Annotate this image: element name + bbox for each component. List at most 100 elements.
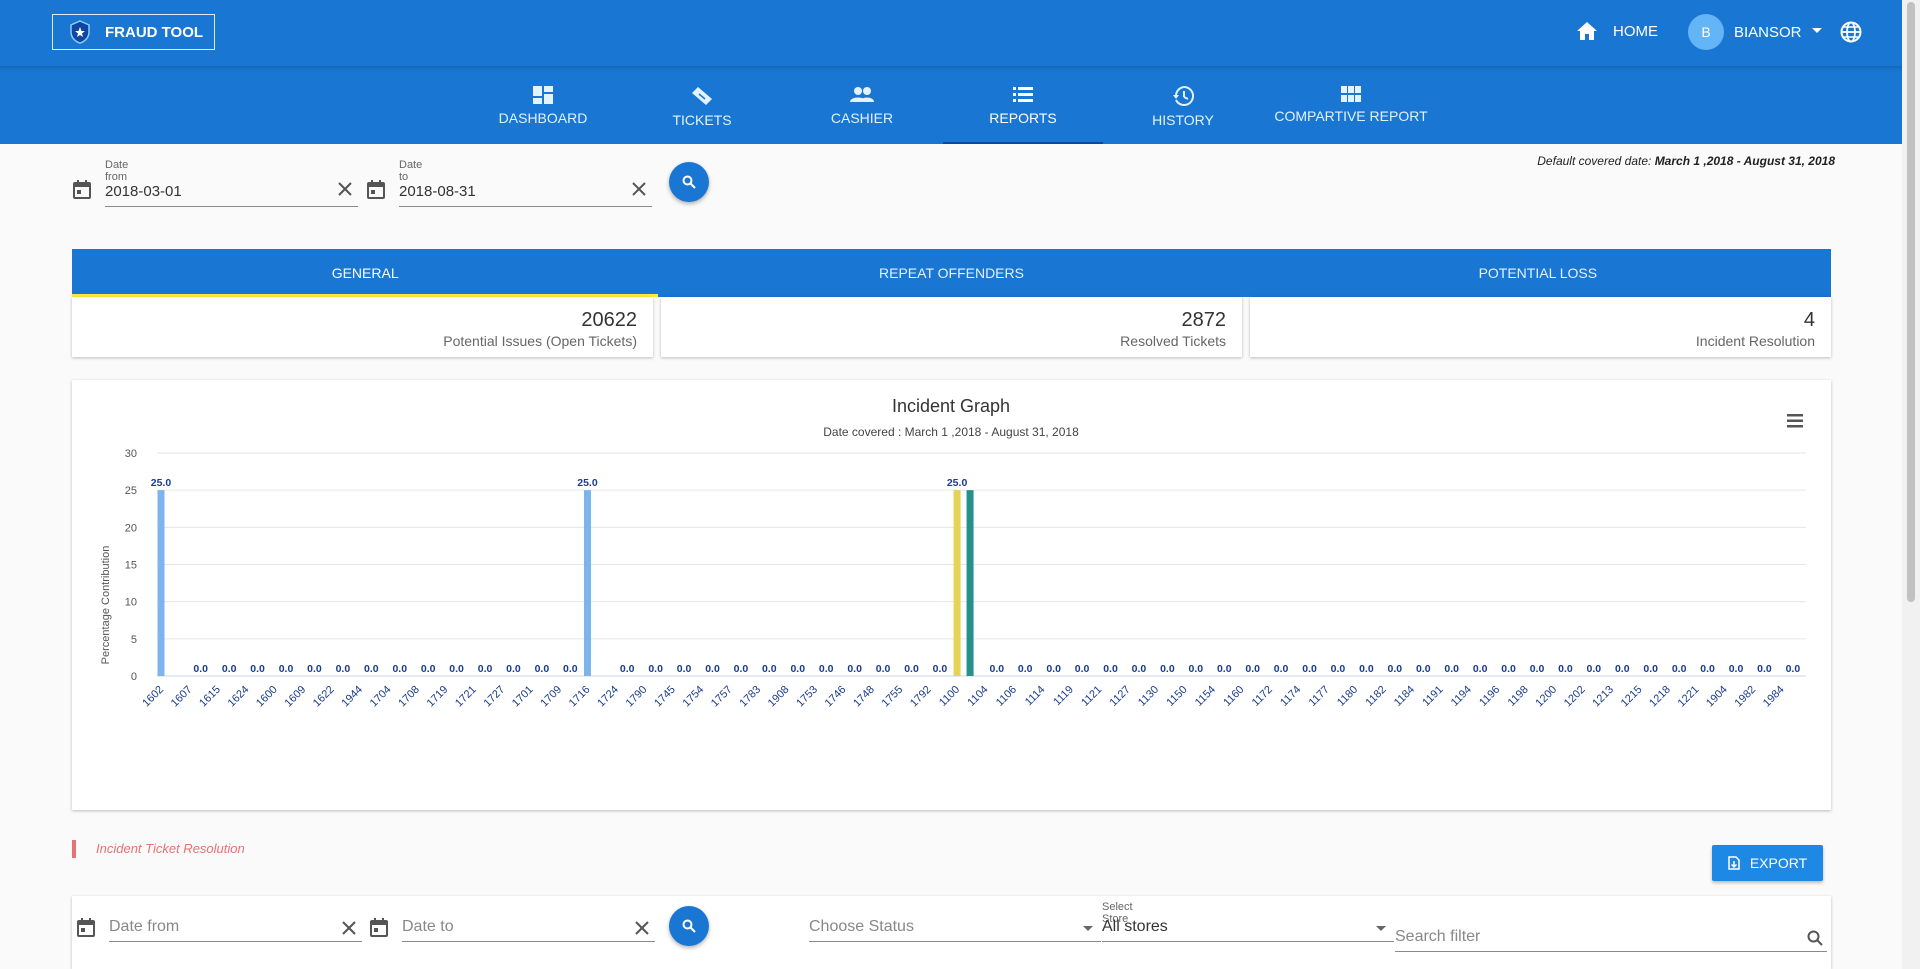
default-covered-date: Default covered date: March 1 ,2018 - Au… xyxy=(1537,154,1835,168)
chevron-down-icon xyxy=(1811,27,1822,33)
x-tick-label: 1177 xyxy=(1307,684,1332,709)
home-icon xyxy=(1577,22,1597,40)
y-tick-label: 0 xyxy=(131,671,137,683)
x-tick-label: 1792 xyxy=(908,684,934,710)
x-tick-label: 1615 xyxy=(197,684,223,710)
report-tabs: GENERAL REPEAT OFFENDERS POTENTIAL LOSS xyxy=(72,249,1831,297)
data-label: 0.0 xyxy=(1729,663,1744,675)
y-tick-label: 5 xyxy=(131,634,137,646)
x-tick-label: 1755 xyxy=(880,684,906,710)
x-tick-label: 1746 xyxy=(823,684,849,710)
nav-tab-label: CASHIER xyxy=(830,110,894,126)
x-tick-label: 1708 xyxy=(396,684,422,710)
date-from-input[interactable]: 2018-03-01 xyxy=(105,175,358,207)
data-label: 0.0 xyxy=(1757,663,1772,675)
scrollbar-thumb[interactable] xyxy=(1907,2,1915,602)
brand-button[interactable]: FRAUD TOOL xyxy=(52,14,215,50)
tab-general[interactable]: GENERAL xyxy=(72,249,659,297)
y-tick-label: 30 xyxy=(125,448,137,460)
nav-tab-reports[interactable]: REPORTS xyxy=(943,66,1103,144)
nav-tab-dashboard[interactable]: DASHBOARD xyxy=(463,66,623,144)
covered-range: March 1 ,2018 - August 31, 2018 xyxy=(1654,154,1835,168)
clear-icon[interactable] xyxy=(337,181,353,197)
data-label: 0.0 xyxy=(1274,663,1289,675)
data-label: 0.0 xyxy=(847,663,862,675)
x-tick-label: 1757 xyxy=(709,684,735,710)
data-label: 0.0 xyxy=(734,663,749,675)
data-label: 0.0 xyxy=(1501,663,1516,675)
resolution-date-from-input[interactable]: Date from xyxy=(109,910,362,942)
x-tick-label: 1704 xyxy=(368,684,394,710)
y-axis-ticks: 0 5 10 15 20 25 30 xyxy=(125,448,137,683)
data-label: 0.0 xyxy=(1302,663,1317,675)
data-label: 0.0 xyxy=(1132,663,1147,675)
data-label: 0.0 xyxy=(279,663,294,675)
nav-tab-history[interactable]: HISTORY xyxy=(1103,66,1263,144)
clear-icon[interactable] xyxy=(634,920,650,936)
clear-icon[interactable] xyxy=(631,181,647,197)
x-tick-label: 1221 xyxy=(1676,684,1702,710)
x-tick-label: 1172 xyxy=(1250,684,1275,709)
x-tick-label: 1215 xyxy=(1619,684,1645,710)
x-tick-label: 1106 xyxy=(994,684,1019,709)
grid-icon xyxy=(1341,86,1361,102)
calendar-icon xyxy=(370,918,388,937)
x-axis-ticks: 1602 1607 1615 1624 1600 1609 1622 1944 1704 1708… xyxy=(140,684,1786,710)
home-link[interactable]: HOME xyxy=(1577,22,1658,40)
globe-icon[interactable] xyxy=(1840,21,1862,43)
x-tick-label: 1908 xyxy=(766,684,792,710)
data-label: 0.0 xyxy=(1103,663,1118,675)
ticket-icon xyxy=(692,87,712,105)
resolution-search-button[interactable] xyxy=(669,906,709,946)
export-label: EXPORT xyxy=(1749,855,1808,871)
people-icon xyxy=(850,87,874,102)
x-tick-label: 1218 xyxy=(1647,684,1673,710)
x-tick-label: 1200 xyxy=(1533,684,1559,710)
tab-repeat-offenders[interactable]: REPEAT OFFENDERS xyxy=(658,249,1244,297)
data-label: 0.0 xyxy=(193,663,208,675)
main-nav: DASHBOARD TICKETS CASHIER REPORTS HISTOR… xyxy=(0,66,1902,144)
data-label: 0.0 xyxy=(648,663,663,675)
data-label: 0.0 xyxy=(392,663,407,675)
y-tick-label: 10 xyxy=(125,597,137,609)
shield-icon xyxy=(70,20,90,44)
data-label: 25.0 xyxy=(947,477,968,489)
x-tick-label: 1174 xyxy=(1278,684,1303,709)
history-icon xyxy=(1173,86,1194,106)
tab-potential-loss[interactable]: POTENTIAL LOSS xyxy=(1245,249,1831,297)
search-filter-input[interactable]: Search filter xyxy=(1395,920,1827,952)
export-button[interactable]: EXPORT xyxy=(1712,845,1823,881)
data-label: 0.0 xyxy=(1587,663,1602,675)
x-tick-label: 1194 xyxy=(1449,684,1474,709)
resolution-filter-card: Date from Date to Choose Status Select S… xyxy=(72,896,1831,969)
user-menu[interactable]: B BIANSOR xyxy=(1688,14,1822,50)
nav-tab-cashier[interactable]: CASHIER xyxy=(782,66,942,144)
stat-label: Potential Issues (Open Tickets) xyxy=(443,333,637,349)
bar-1100-series-2 xyxy=(966,490,974,676)
main-content: Date from 2018-03-01 Date to 2018-08-31 … xyxy=(0,144,1902,969)
x-tick-label: 1182 xyxy=(1363,684,1388,709)
data-label: 0.0 xyxy=(1075,663,1090,675)
search-icon xyxy=(682,919,696,933)
stat-label: Resolved Tickets xyxy=(1120,333,1226,349)
nav-tab-label: REPORTS xyxy=(989,110,1057,126)
x-tick-label: 1184 xyxy=(1392,684,1417,709)
chart-subtitle: Date covered : March 1 ,2018 - August 31… xyxy=(823,425,1079,439)
clear-icon[interactable] xyxy=(341,920,357,936)
hamburger-menu-icon[interactable] xyxy=(1787,414,1803,428)
x-tick-label: 1709 xyxy=(538,684,564,710)
x-tick-label: 1127 xyxy=(1108,684,1133,709)
x-tick-label: 1121 xyxy=(1079,684,1104,709)
date-to-input[interactable]: 2018-08-31 xyxy=(399,175,652,207)
nav-tab-comparative-report[interactable]: COMPARTIVE REPORT xyxy=(1271,66,1431,144)
nav-tab-label: TICKETS xyxy=(672,112,732,128)
page-scrollbar[interactable] xyxy=(1902,0,1920,969)
data-label: 0.0 xyxy=(1672,663,1687,675)
search-button[interactable] xyxy=(669,162,709,202)
y-tick-label: 15 xyxy=(125,560,137,572)
data-label: 0.0 xyxy=(1359,663,1374,675)
resolution-date-to-input[interactable]: Date to xyxy=(402,910,655,942)
stat-value: 2872 xyxy=(1181,309,1227,331)
user-name: BIANSOR xyxy=(1734,23,1802,41)
nav-tab-tickets[interactable]: TICKETS xyxy=(622,66,782,144)
